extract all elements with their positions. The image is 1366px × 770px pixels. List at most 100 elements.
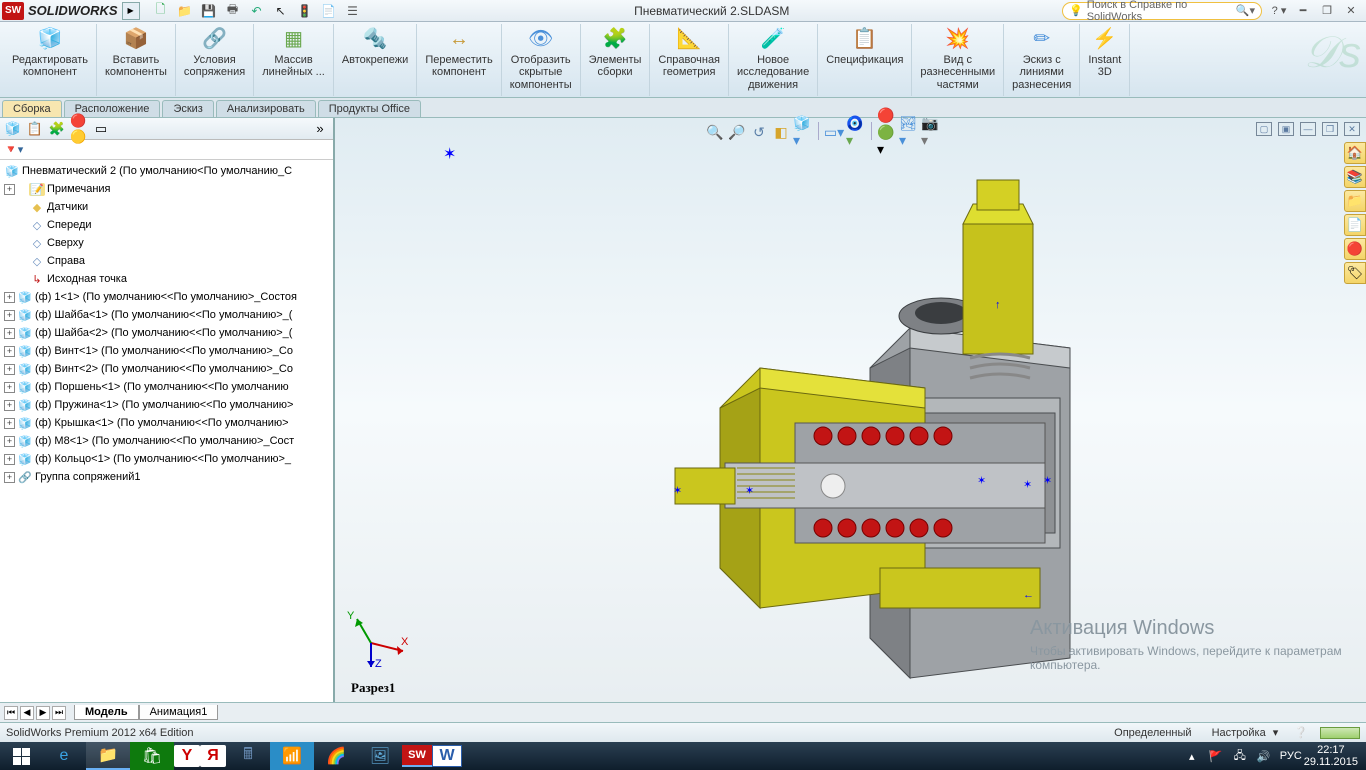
tray-show-hidden[interactable]: ▴: [1184, 750, 1200, 763]
fm-tab-dimx[interactable]: ▭: [92, 120, 110, 138]
ribbon-button-4[interactable]: 🔩Автокрепежи: [334, 24, 417, 96]
section-view-button[interactable]: ◧: [771, 122, 791, 142]
tree-expand-button[interactable]: +: [4, 382, 15, 393]
ribbon-button-11[interactable]: 💥Вид сразнесеннымичастями: [912, 24, 1004, 96]
tree-expand-button[interactable]: +: [4, 400, 15, 411]
taskbar-calc[interactable]: 🖩: [226, 742, 270, 770]
cm-tab-4[interactable]: Продукты Office: [318, 100, 421, 117]
taskpane-library[interactable]: 📚: [1344, 166, 1366, 188]
file-props-button[interactable]: 📄: [320, 3, 338, 19]
ribbon-button-3[interactable]: ▦Массивлинейных ...: [254, 24, 334, 96]
ribbon-button-1[interactable]: 📦Вставитькомпоненты: [97, 24, 176, 96]
fm-tab-tree[interactable]: 🧊: [4, 120, 22, 138]
taskbar-store[interactable]: 🛍: [130, 742, 174, 770]
taskpane-palette[interactable]: 📄: [1344, 214, 1366, 236]
taskbar-wifi-app[interactable]: 📶: [270, 742, 314, 770]
taskbar-chrome[interactable]: 🌈: [314, 742, 358, 770]
search-icon[interactable]: 🔍▾: [1236, 4, 1255, 17]
tree-item-4[interactable]: ◇Справа: [0, 252, 333, 270]
tree-item-13[interactable]: +🧊(ф) Крышка<1> (По умолчанию<<По умолча…: [0, 414, 333, 432]
taskbar-ie[interactable]: e: [42, 742, 86, 770]
vp-minimize[interactable]: —: [1300, 122, 1316, 136]
start-button[interactable]: [0, 742, 42, 770]
tree-item-11[interactable]: +🧊(ф) Поршень<1> (По умолчанию<<По умолч…: [0, 378, 333, 396]
scene-button[interactable]: 🏞▾: [899, 122, 919, 142]
taskbar-word[interactable]: W: [432, 745, 462, 767]
taskpane-custom[interactable]: 🏷: [1344, 262, 1366, 284]
tab-scroll-prev[interactable]: ◀: [20, 706, 34, 720]
bottom-tab-anim[interactable]: Анимация1: [139, 705, 219, 720]
help-search-box[interactable]: 💡 Поиск в Справке по SolidWorks 🔍▾: [1062, 2, 1262, 20]
undo-button[interactable]: ↶: [248, 3, 266, 19]
tree-item-12[interactable]: +🧊(ф) Пружина<1> (По умолчанию<<По умолч…: [0, 396, 333, 414]
taskbar-yandex2[interactable]: Я: [200, 745, 226, 767]
ribbon-button-10[interactable]: 📋Спецификация: [818, 24, 912, 96]
restore-button[interactable]: ❐: [1318, 4, 1336, 18]
hide-show-button[interactable]: 🧿▾: [846, 122, 866, 142]
save-button[interactable]: 💾: [200, 3, 218, 19]
tree-item-2[interactable]: ◇Спереди: [0, 216, 333, 234]
main-menu-dropdown[interactable]: ▶: [122, 2, 140, 20]
tree-expand-button[interactable]: +: [4, 292, 15, 303]
taskpane-resources[interactable]: 🏠: [1344, 142, 1366, 164]
vp-restore[interactable]: ❐: [1322, 122, 1338, 136]
tree-expand-button[interactable]: +: [4, 436, 15, 447]
print-button[interactable]: 🖶: [224, 3, 242, 19]
tray-network-icon[interactable]: 🖧: [1232, 747, 1248, 766]
select-button[interactable]: ↖: [272, 3, 290, 19]
display-style-button[interactable]: ▭▾: [824, 122, 844, 142]
tree-expand-button[interactable]: +: [4, 364, 15, 375]
open-button[interactable]: 📁: [176, 3, 194, 19]
tray-flag-icon[interactable]: 🚩: [1208, 750, 1224, 763]
tree-item-9[interactable]: +🧊(ф) Винт<1> (По умолчанию<<По умолчани…: [0, 342, 333, 360]
taskbar-photos[interactable]: 🖼: [358, 742, 402, 770]
vp-ctrl[interactable]: ▣: [1278, 122, 1294, 136]
appearance-button[interactable]: 🔴🟢▾: [877, 122, 897, 142]
taskpane-explorer[interactable]: 📁: [1344, 190, 1366, 212]
tree-expand-button[interactable]: +: [4, 328, 15, 339]
rebuild-button[interactable]: 🚦: [296, 3, 314, 19]
cm-tab-3[interactable]: Анализировать: [216, 100, 316, 117]
taskbar-explorer[interactable]: 📁: [86, 742, 130, 770]
new-doc-button[interactable]: 🗋: [152, 3, 170, 19]
ribbon-button-0[interactable]: 🧊Редактироватькомпонент: [4, 24, 97, 96]
tab-scroll-first[interactable]: ⏮: [4, 706, 18, 720]
fm-tab-display[interactable]: 🔴🟡: [70, 120, 88, 138]
ribbon-button-5[interactable]: ↔Переместитькомпонент: [417, 24, 501, 96]
view-settings-button[interactable]: 📷▾: [921, 122, 941, 142]
tree-item-1[interactable]: ◆Датчики: [0, 198, 333, 216]
tree-item-14[interactable]: +🧊(ф) М8<1> (По умолчанию<<По умолчанию>…: [0, 432, 333, 450]
tree-expand-button[interactable]: +: [4, 184, 15, 195]
tray-clock[interactable]: 22:17 29.11.2015: [1304, 744, 1358, 768]
tree-expand-button[interactable]: +: [4, 472, 15, 483]
tree-expand-button[interactable]: +: [4, 346, 15, 357]
tree-item-3[interactable]: ◇Сверху: [0, 234, 333, 252]
vp-close[interactable]: ✕: [1344, 122, 1360, 136]
help-dropdown[interactable]: ? ▾: [1270, 4, 1288, 18]
taskbar-solidworks[interactable]: SW: [402, 745, 432, 767]
ribbon-button-8[interactable]: 📐Справочнаягеометрия: [650, 24, 729, 96]
status-customize[interactable]: Настройка ▾: [1204, 726, 1283, 739]
tree-root[interactable]: 🧊 Пневматический 2 (По умолчанию<По умол…: [0, 162, 333, 180]
ribbon-button-6[interactable]: 👁Отобразитьскрытыекомпоненты: [502, 24, 581, 96]
view-triad[interactable]: X Y Z: [343, 601, 413, 674]
ribbon-button-13[interactable]: ⚡Instant3D: [1080, 24, 1130, 96]
tree-item-6[interactable]: +🧊(ф) 1<1> (По умолчанию<<По умолчанию>_…: [0, 288, 333, 306]
taskbar-yandex[interactable]: Y: [174, 745, 200, 767]
ribbon-button-7[interactable]: 🧩Элементысборки: [581, 24, 651, 96]
tree-item-0[interactable]: +📝Примечания: [0, 180, 333, 198]
fm-filter-bar[interactable]: 🔻▾: [0, 140, 333, 160]
bottom-tab-model[interactable]: Модель: [74, 705, 139, 720]
tray-volume-icon[interactable]: 🔊: [1256, 750, 1272, 763]
zoom-fit-button[interactable]: 🔍: [705, 122, 725, 142]
tree-expand-button[interactable]: +: [4, 310, 15, 321]
tab-scroll-next[interactable]: ▶: [36, 706, 50, 720]
view-orientation-button[interactable]: 🧊▾: [793, 122, 813, 142]
tree-item-5[interactable]: ↳Исходная точка: [0, 270, 333, 288]
taskpane-appearance[interactable]: 🔴: [1344, 238, 1366, 260]
cm-tab-2[interactable]: Эскиз: [162, 100, 213, 117]
ribbon-button-12[interactable]: ✏Эскиз слиниямиразнесения: [1004, 24, 1080, 96]
close-button[interactable]: ✕: [1342, 4, 1360, 18]
fm-expand-button[interactable]: »: [311, 120, 329, 138]
tray-language[interactable]: РУС: [1280, 750, 1296, 762]
